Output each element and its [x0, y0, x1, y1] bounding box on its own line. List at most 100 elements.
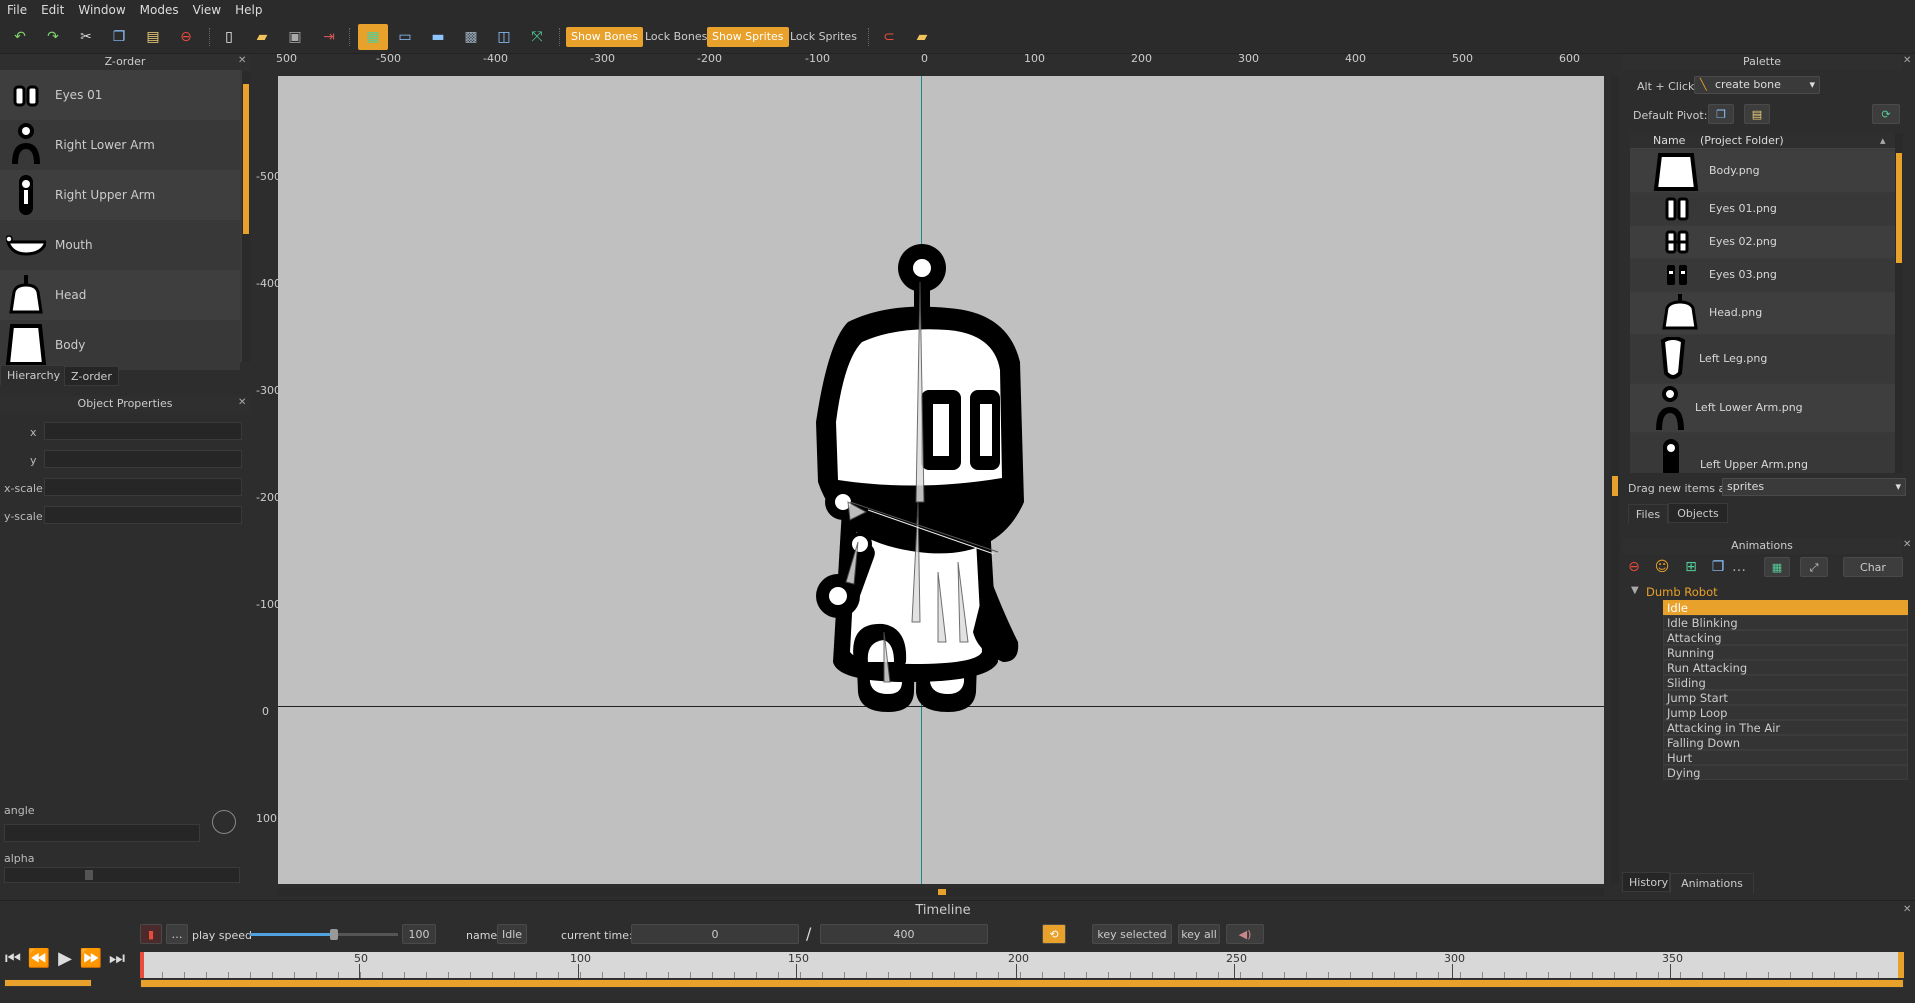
cut-icon[interactable]: ✂	[75, 27, 97, 47]
window-icon[interactable]: ▭	[394, 27, 416, 47]
copy-pivot-icon[interactable]: ❐	[1708, 104, 1734, 124]
menu-modes[interactable]: Modes	[133, 3, 186, 17]
magnet-icon[interactable]: ⊂	[878, 27, 900, 47]
record-icon[interactable]: ▮	[140, 924, 162, 944]
palette-item[interactable]: Head.png	[1630, 292, 1896, 334]
zorder-item[interactable]: Body	[0, 320, 240, 370]
menu-help[interactable]: Help	[228, 3, 269, 17]
palette-item[interactable]: Left Lower Arm.png	[1630, 384, 1896, 432]
show-bones-toggle[interactable]: Show Bones	[566, 27, 643, 47]
char-maps-button[interactable]: Char Maps	[1843, 557, 1903, 594]
canvas-hscroll[interactable]	[278, 888, 1604, 896]
canvas-vscroll[interactable]	[1611, 76, 1619, 884]
skip-start-icon[interactable]: ⏮	[2, 947, 24, 969]
entity-label[interactable]: Dumb Robot	[1646, 585, 1718, 599]
timeline-hscroll[interactable]	[140, 979, 1904, 988]
zorder-item[interactable]: Mouth	[0, 220, 240, 270]
folder-add-icon[interactable]: ▰	[911, 27, 933, 47]
delete-anim-icon[interactable]: ⊖	[1623, 557, 1645, 577]
close-icon[interactable]: ✕	[238, 397, 246, 408]
more-options-button[interactable]: …	[166, 924, 188, 944]
angle-field[interactable]	[4, 824, 200, 842]
zorder-item[interactable]: Head	[0, 270, 240, 320]
expand-icon[interactable]: ▼	[1631, 585, 1639, 596]
menu-view[interactable]: View	[186, 3, 228, 17]
palette-item[interactable]: Left Upper Arm.png	[1630, 433, 1896, 473]
menu-window[interactable]: Window	[71, 3, 132, 17]
show-sprites-toggle[interactable]: Show Sprites	[707, 27, 789, 47]
drag-as-select[interactable]: sprites ▾	[1722, 478, 1906, 496]
tab-objects[interactable]: Objects	[1668, 503, 1728, 523]
close-icon[interactable]: ✕	[238, 55, 246, 66]
palette-item[interactable]: Eyes 02.png	[1630, 226, 1896, 258]
canvas[interactable]	[278, 76, 1604, 884]
current-time-field[interactable]: 0	[631, 924, 799, 944]
fullscreen-icon[interactable]: ⤢	[1800, 557, 1828, 577]
play-speed-slider[interactable]	[250, 929, 398, 940]
menu-file[interactable]: File	[0, 3, 34, 17]
key-all-button[interactable]: key all	[1178, 924, 1220, 944]
window-dark-icon[interactable]: ▬	[427, 27, 449, 47]
lock-sprites-toggle[interactable]: Lock Sprites	[785, 27, 862, 47]
animation-name-field[interactable]: Idle	[497, 924, 527, 944]
refresh-icon[interactable]: ⟳	[1872, 104, 1900, 124]
open-folder-icon[interactable]: ▰	[251, 27, 273, 47]
rewind-icon[interactable]: ⏪	[28, 947, 50, 969]
sound-icon[interactable]: ◀)	[1226, 924, 1264, 944]
alpha-slider[interactable]	[4, 867, 240, 883]
animation-item[interactable]: Running	[1663, 645, 1908, 660]
palette-scrollbar[interactable]	[1895, 133, 1903, 473]
zorder-item[interactable]: Eyes 01	[0, 70, 240, 120]
tab-animations[interactable]: Animations	[1670, 873, 1754, 893]
robot-sprite[interactable]	[798, 242, 1058, 722]
paste-pivot-icon[interactable]: ▤	[1744, 104, 1770, 124]
key-selected-button[interactable]: key selected	[1092, 924, 1172, 944]
animation-item[interactable]: Attacking in The Air	[1663, 720, 1908, 735]
fast-forward-icon[interactable]: ⏩	[80, 947, 102, 969]
angle-dial[interactable]	[212, 810, 236, 834]
close-icon[interactable]: ✕	[1903, 904, 1911, 915]
tab-files[interactable]: Files	[1628, 504, 1668, 524]
x-scale-field[interactable]	[44, 478, 242, 496]
paste-icon[interactable]: ▤	[142, 27, 164, 47]
export-icon[interactable]: ⇥	[318, 27, 340, 47]
animation-item[interactable]: Sliding	[1663, 675, 1908, 690]
menu-edit[interactable]: Edit	[34, 3, 71, 17]
palette-item[interactable]: Eyes 01.png	[1630, 193, 1896, 225]
canvas-view-icon[interactable]: ▦	[358, 24, 388, 50]
animation-length-field[interactable]: 400	[820, 924, 988, 944]
playhead[interactable]	[140, 952, 144, 978]
loop-icon[interactable]: ⟲	[1042, 924, 1066, 944]
redo-icon[interactable]: ↷	[42, 27, 64, 47]
undo-icon[interactable]: ↶	[9, 27, 31, 47]
animation-item[interactable]: Jump Start	[1663, 690, 1908, 705]
animation-item[interactable]: Run Attacking	[1663, 660, 1908, 675]
playback-mini-scroll[interactable]	[4, 979, 92, 987]
animation-item[interactable]: Idle Blinking	[1663, 615, 1908, 630]
end-marker[interactable]	[1898, 952, 1904, 978]
frame-icon[interactable]: ◫	[493, 27, 515, 47]
layer-icon[interactable]: ▩	[460, 27, 482, 47]
tab-zorder[interactable]: Z-order	[64, 366, 119, 386]
skip-end-icon[interactable]: ⏭	[106, 947, 128, 969]
tab-hierarchy[interactable]: Hierarchy	[0, 365, 68, 385]
animation-item[interactable]: Falling Down	[1663, 735, 1908, 750]
duplicate-anim-icon[interactable]: ❐	[1707, 557, 1729, 577]
copy-icon[interactable]: ❐	[108, 27, 130, 47]
lock-bones-toggle[interactable]: Lock Bones	[640, 27, 712, 47]
zorder-item[interactable]: Right Lower Arm	[0, 120, 240, 170]
col-name[interactable]: Name	[1653, 134, 1685, 147]
fit-icon[interactable]: ⤧	[526, 27, 548, 47]
palette-item[interactable]: Left Leg.png	[1630, 335, 1896, 383]
alt-click-select[interactable]: create bone ╲ ▾	[1694, 76, 1820, 94]
timeline-ruler[interactable]: 50 100 150 200 250 300 350	[140, 952, 1904, 978]
delete-icon[interactable]: ⊖	[175, 27, 197, 47]
animation-item[interactable]: Jump Loop	[1663, 705, 1908, 720]
x-field[interactable]	[44, 422, 242, 440]
new-entity-icon[interactable]: ☺	[1651, 557, 1673, 577]
tab-history[interactable]: History	[1622, 872, 1670, 892]
animation-item[interactable]: Idle	[1663, 600, 1908, 615]
more-icon[interactable]: …	[1728, 557, 1750, 577]
save-icon[interactable]: ▣	[284, 27, 306, 47]
close-icon[interactable]: ✕	[1903, 55, 1911, 66]
